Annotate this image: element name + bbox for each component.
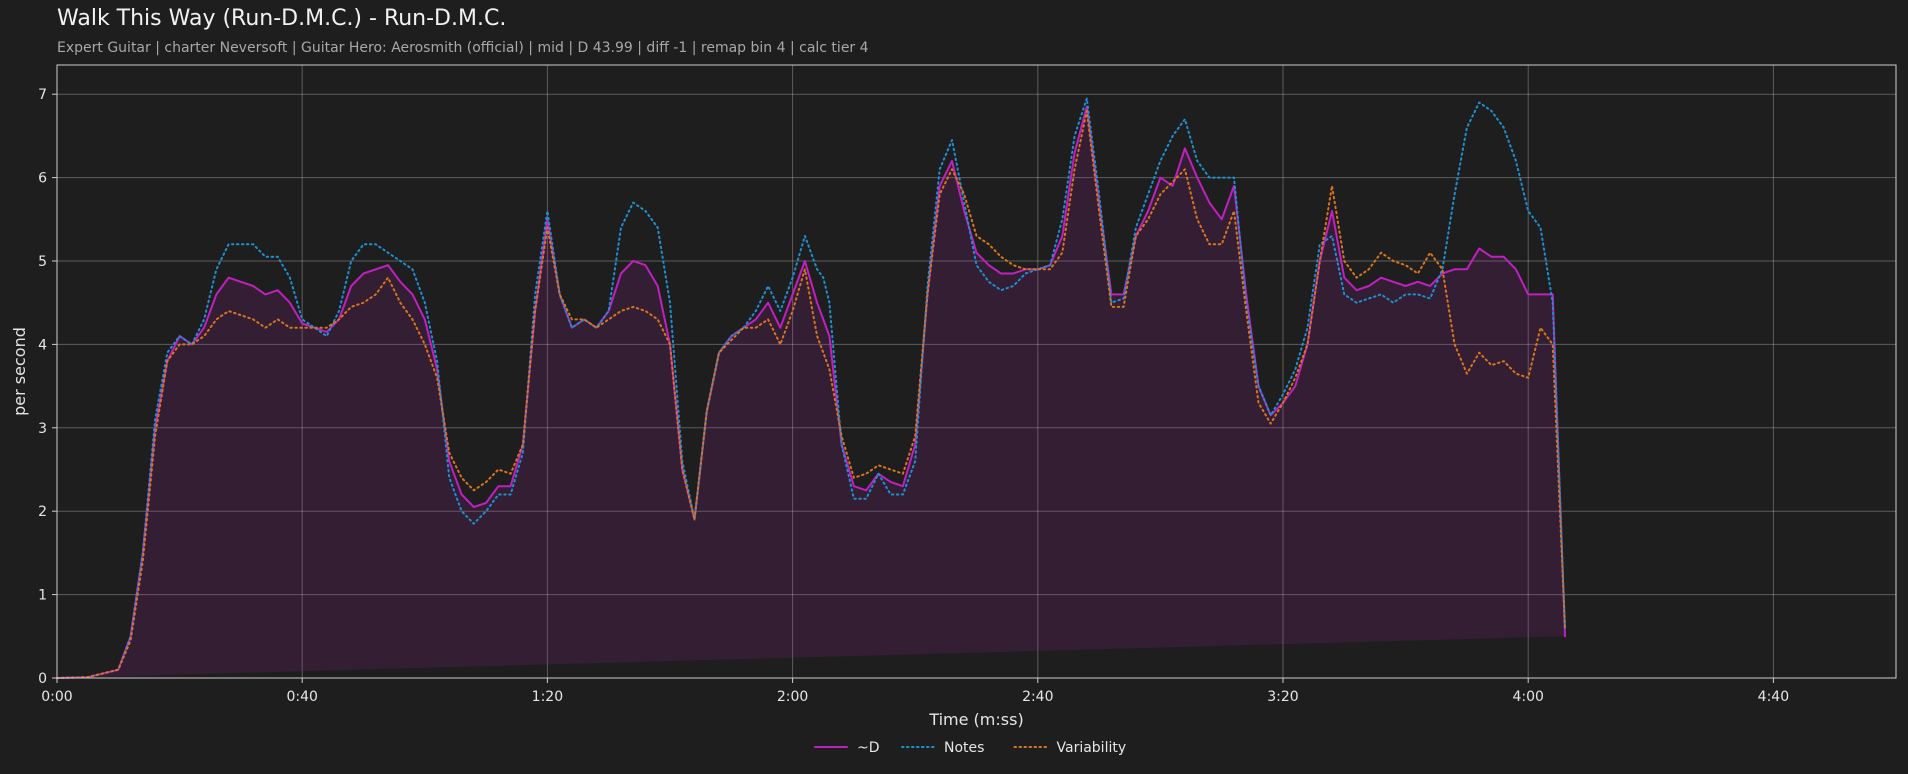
legend-label: Notes <box>944 740 984 756</box>
y-tick-label: 0 <box>38 671 47 687</box>
x-tick-label: 1:20 <box>532 689 563 705</box>
chart-figure: Walk This Way (Run-D.M.C.) - Run-D.M.C. … <box>0 0 1908 774</box>
y-tick-label: 3 <box>38 421 47 437</box>
chart-svg: 0:00 0:40 1:20 2:00 2:40 3:20 4:00 4:40 0 1 2 3 4 5 6… <box>10 64 1897 756</box>
y-tick-label: 4 <box>38 337 47 353</box>
legend: ~D Notes Variability <box>814 740 1127 756</box>
legend-item-notes: Notes <box>901 740 984 756</box>
x-tick-label: 2:00 <box>777 689 808 705</box>
legend-item-d: ~D <box>814 740 880 756</box>
x-tick-label: 3:20 <box>1267 689 1298 705</box>
legend-label: Variability <box>1057 740 1127 756</box>
x-axis-label: Time (m:ss) <box>928 710 1023 729</box>
series-area-d <box>57 106 1565 678</box>
x-tick-label: 0:00 <box>41 689 72 705</box>
y-axis-ticks: 0 1 2 3 4 5 6 7 <box>38 87 57 687</box>
x-tick-label: 0:40 <box>286 689 317 705</box>
area-fill-layer <box>57 106 1565 678</box>
y-axis-label: per second <box>10 327 29 416</box>
x-tick-label: 2:40 <box>1022 689 1053 705</box>
x-tick-label: 4:00 <box>1512 689 1543 705</box>
x-tick-label: 4:40 <box>1758 689 1789 705</box>
legend-label: ~D <box>857 740 880 756</box>
y-tick-label: 1 <box>38 588 47 604</box>
y-tick-label: 5 <box>38 254 47 270</box>
y-tick-label: 6 <box>38 171 47 187</box>
y-tick-label: 7 <box>38 87 47 103</box>
legend-item-variability: Variability <box>1013 740 1127 756</box>
x-axis-ticks: 0:00 0:40 1:20 2:00 2:40 3:20 4:00 4:40 <box>41 678 1789 705</box>
y-tick-label: 2 <box>38 504 47 520</box>
